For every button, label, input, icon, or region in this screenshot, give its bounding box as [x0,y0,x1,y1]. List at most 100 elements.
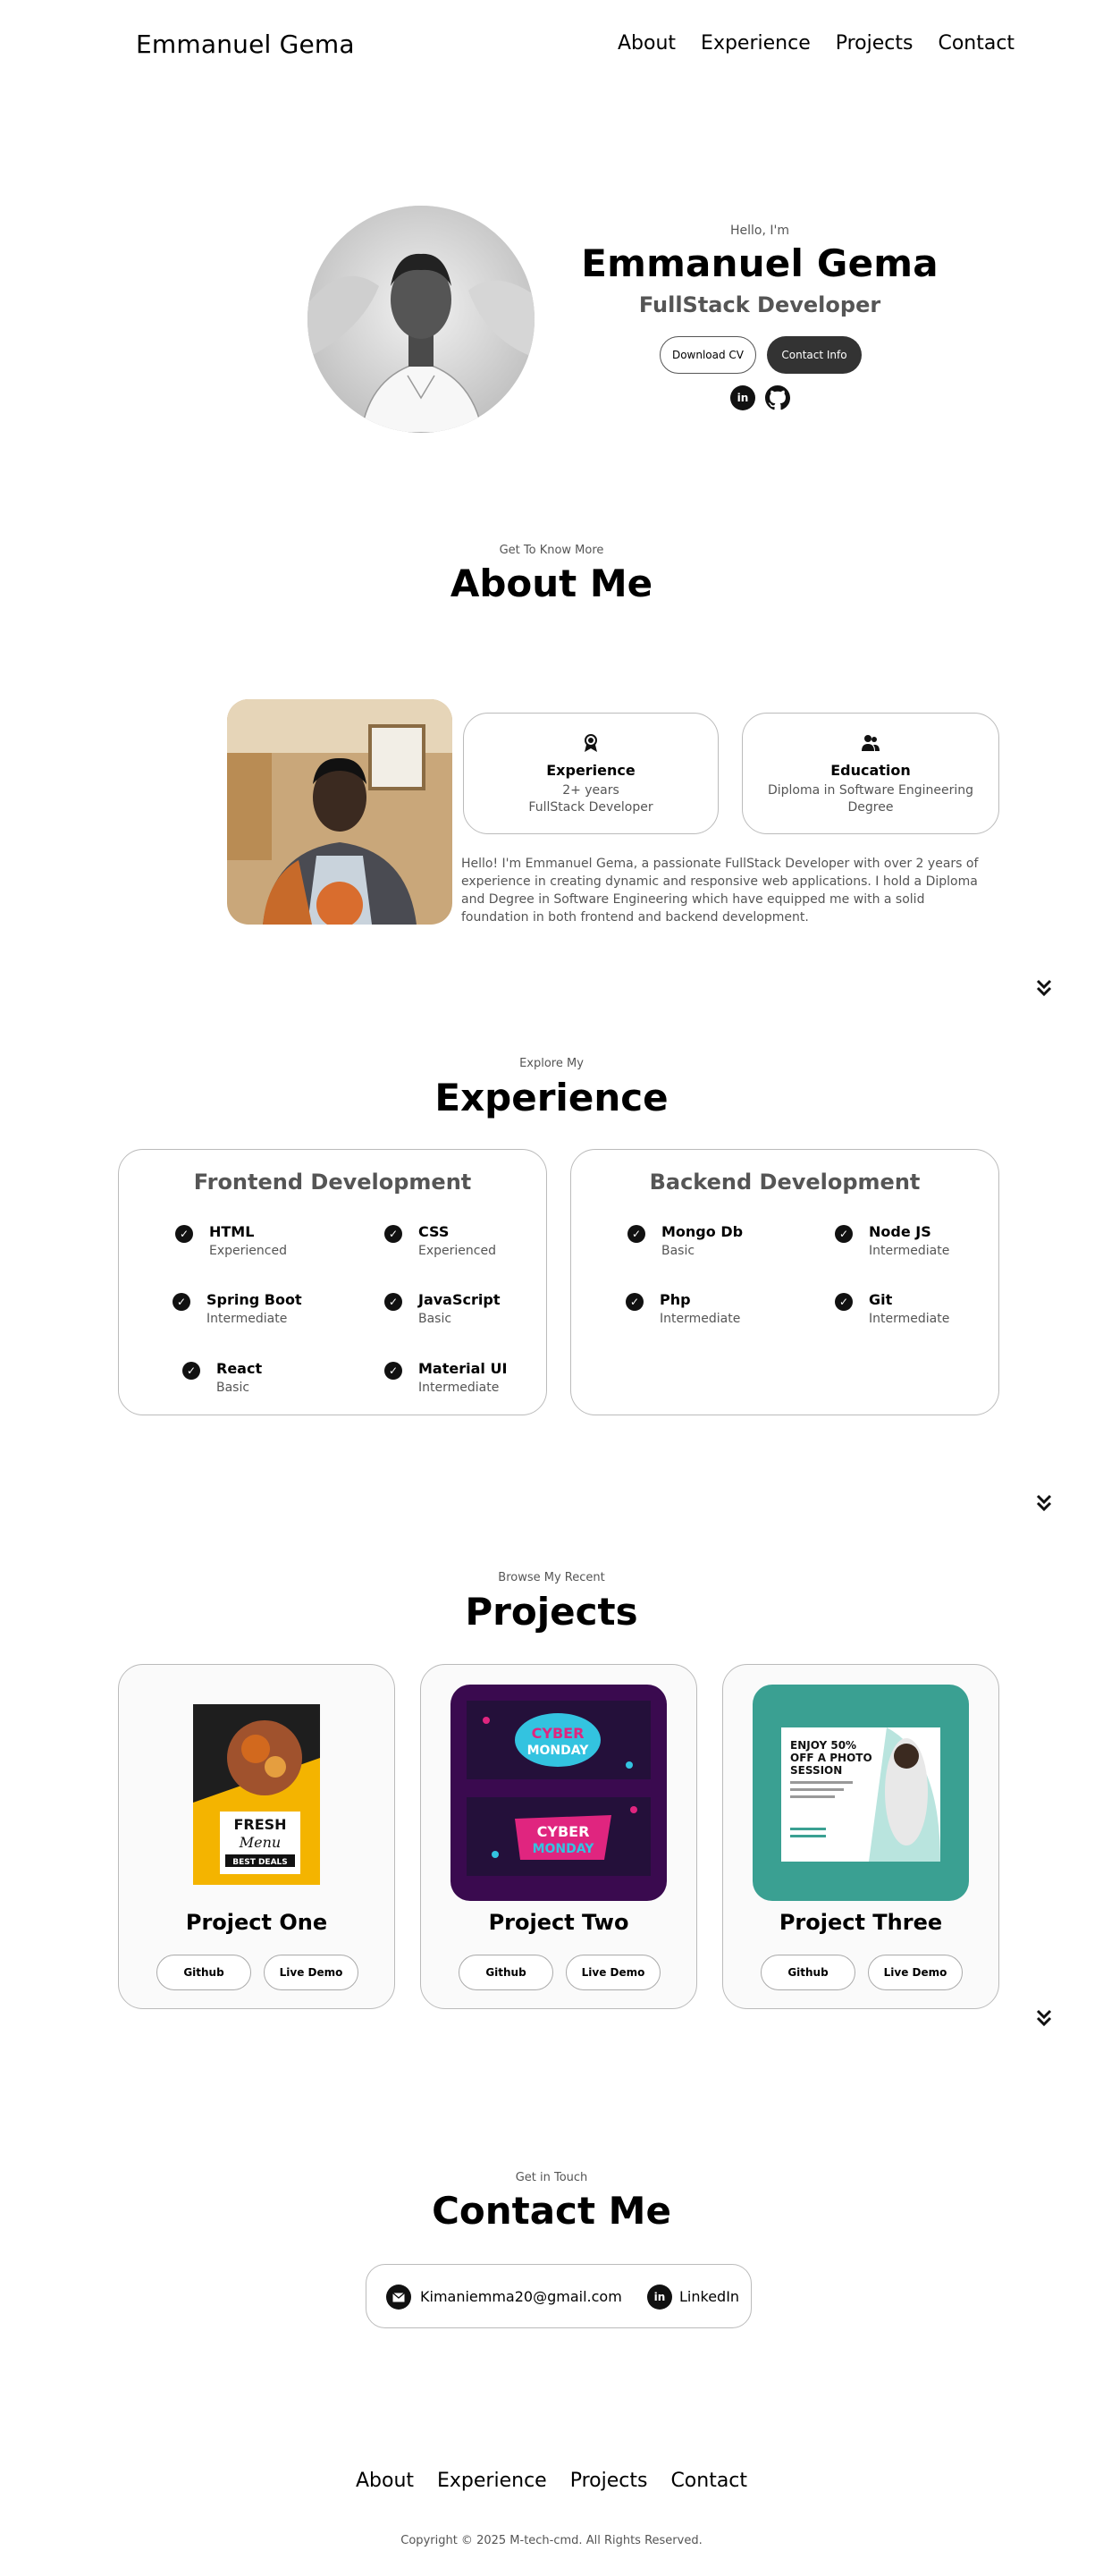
github-button[interactable]: Github [761,1955,855,1990]
skill-level: Experienced [209,1244,287,1258]
check-icon: ✓ [175,1225,193,1243]
check-icon: ✓ [627,1225,645,1243]
check-icon: ✓ [173,1293,190,1311]
about-subtitle: Get To Know More [499,544,604,557]
skill-name: Spring Boot [206,1291,302,1308]
nav-contact[interactable]: Contact [938,32,1015,55]
about-photo [227,699,452,925]
projects-subtitle: Browse My Recent [498,1571,605,1584]
skill-level: Intermediate [206,1312,288,1326]
skill-level: Intermediate [869,1312,950,1326]
download-cv-button[interactable]: Download CV [660,336,756,374]
footer-nav-experience[interactable]: Experience [437,2470,547,2492]
project-title: Project Two [488,1910,629,1935]
scroll-down-icon[interactable] [1035,2008,1053,2033]
skill-level: Intermediate [418,1381,500,1395]
footer-nav: About Experience Projects Contact [0,2470,1103,2492]
thumb-text: ENJOY 50% [790,1739,856,1752]
skill-item: ✓ Spring Boot Intermediate [173,1291,302,1326]
profile-photo [307,206,535,433]
frontend-title: Frontend Development [193,1170,472,1195]
nav-projects[interactable]: Projects [836,32,914,55]
skill-level: Basic [216,1381,250,1395]
github-button[interactable]: Github [459,1955,553,1990]
skill-item: ✓ Node JS Intermediate [835,1223,949,1258]
thumb-text: Menu [239,1834,281,1851]
footer-nav-contact[interactable]: Contact [670,2470,747,2492]
skill-name: CSS [418,1223,450,1240]
project-thumbnail[interactable]: ENJOY 50% OFF A PHOTO SESSION [753,1685,969,1901]
live-demo-button[interactable]: Live Demo [868,1955,963,1990]
skill-level: Basic [418,1312,452,1326]
skill-level: Experienced [418,1244,496,1258]
footer-nav-projects[interactable]: Projects [570,2470,648,2492]
projects-title: Projects [465,1590,638,1634]
experience-subtitle: Explore My [519,1057,584,1070]
about-title: About Me [450,562,653,605]
thumb-text: FRESH [233,1816,286,1833]
skill-item: ✓ React Basic [182,1360,262,1395]
experience-card-line: FullStack Developer [528,800,653,815]
thumb-text: OFF A PHOTO [790,1752,872,1764]
project-title: Project Three [779,1910,943,1935]
skill-level: Basic [661,1244,695,1258]
nav-experience[interactable]: Experience [701,32,811,55]
education-card: Education Diploma in Software Engineerin… [742,713,999,834]
education-card-line: Degree [847,800,894,815]
check-icon: ✓ [182,1362,200,1380]
skill-name: Git [869,1291,893,1308]
hero-name: Emmanuel Gema [581,241,939,285]
check-icon: ✓ [835,1293,853,1311]
contact-info-button[interactable]: Contact Info [767,336,862,374]
contact-linkedin[interactable]: LinkedIn [679,2288,739,2305]
thumb-text: MONDAY [533,1842,595,1856]
hero-greeting: Hello, I'm [729,224,789,238]
experience-card-title: Experience [546,762,636,779]
skill-item: ✓ Php Intermediate [626,1291,740,1326]
skill-name: JavaScript [418,1291,501,1308]
experience-card: Experience 2+ years FullStack Developer [463,713,719,834]
project-title: Project One [185,1910,328,1935]
skill-item: ✓ Git Intermediate [835,1291,949,1326]
contact-email[interactable]: Kimaniemma20@gmail.com [420,2288,622,2305]
skill-item: ✓ Mongo Db Basic [627,1223,743,1258]
github-button[interactable]: Github [156,1955,251,1990]
skill-level: Intermediate [869,1244,950,1258]
copyright: Copyright © 2025 M-tech-cmd. All Rights … [400,2534,703,2547]
award-icon [464,733,718,756]
thumb-text: SESSION [790,1764,842,1777]
scroll-down-icon[interactable] [1035,978,1053,1003]
skill-name: React [216,1360,263,1377]
project-thumbnail[interactable]: FRESH Menu BEST DEALS [193,1704,320,1885]
skill-name: Node JS [869,1223,931,1240]
education-card-line: Diploma in Software Engineering [767,783,974,798]
site-logo[interactable]: Emmanuel Gema [136,30,355,59]
skill-name: Php [660,1291,691,1308]
live-demo-button[interactable]: Live Demo [264,1955,358,1990]
linkedin-icon: in [647,2285,672,2310]
skill-item: ✓ CSS Experienced [384,1223,496,1258]
project-thumbnail[interactable]: CYBER MONDAY CYBER MONDAY [450,1685,667,1901]
skill-item: ✓ HTML Experienced [175,1223,287,1258]
live-demo-button[interactable]: Live Demo [566,1955,661,1990]
check-icon: ✓ [384,1362,402,1380]
check-icon: ✓ [384,1225,402,1243]
users-icon [743,733,998,756]
backend-title: Backend Development [649,1170,921,1195]
email-icon [386,2285,411,2310]
thumb-text: MONDAY [527,1744,590,1758]
scroll-down-icon[interactable] [1035,1493,1053,1518]
thumb-text: CYBER [532,1725,585,1742]
nav-about[interactable]: About [618,32,676,55]
hero-title: FullStack Developer [638,292,881,317]
skill-level: Intermediate [660,1312,741,1326]
footer-nav-about[interactable]: About [356,2470,414,2492]
linkedin-icon[interactable]: in [730,385,755,410]
github-icon[interactable] [765,385,790,410]
contact-title: Contact Me [432,2189,671,2233]
top-nav: About Experience Projects Contact [618,32,1015,55]
check-icon: ✓ [835,1225,853,1243]
skill-name: HTML [209,1223,255,1240]
skill-item: ✓ JavaScript Basic [384,1291,500,1326]
experience-card-line: 2+ years [562,783,619,798]
